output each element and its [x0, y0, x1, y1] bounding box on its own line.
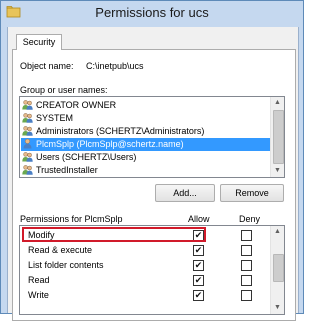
list-item[interactable]: CREATOR OWNER	[22, 99, 120, 112]
list-item[interactable]: TrustedInstaller	[22, 164, 102, 177]
allow-checkbox[interactable]: ✔	[193, 275, 204, 286]
group-list-label: Group or user names:	[20, 85, 108, 95]
permissions-dialog: Permissions for ucs Security Object name…	[0, 0, 304, 321]
list-item-label: PlcmSplp (PlcmSplp@schertz.name)	[36, 139, 184, 149]
permission-name: Read	[28, 275, 50, 285]
scroll-up-arrow-icon[interactable]: ▲	[271, 97, 284, 109]
permission-row: Read & execute ✔	[20, 243, 266, 259]
scroll-up-arrow-icon[interactable]: ▲	[271, 226, 284, 238]
list-item-label: Administrators (SCHERTZ\Administrators)	[36, 126, 205, 136]
list-item-label: CREATOR OWNER	[36, 100, 117, 110]
group-list-scrollbar[interactable]: ▲ ▼	[270, 97, 284, 177]
users-group-icon	[22, 100, 33, 110]
permission-row: Write ✔	[20, 288, 266, 304]
window-title: Permissions for ucs	[95, 5, 209, 20]
permission-name: List folder contents	[28, 260, 104, 270]
users-group-icon	[22, 165, 33, 175]
users-group-icon	[22, 113, 33, 123]
list-item[interactable]: Users (SCHERTZ\Users)	[22, 151, 140, 164]
list-item-label: TrustedInstaller	[36, 165, 98, 175]
permissions-label: Permissions for PlcmSplp	[20, 214, 123, 224]
object-name-value: C:\inetpub\ucs	[86, 61, 144, 71]
list-item-label: SYSTEM	[36, 113, 74, 123]
scroll-thumb[interactable]	[273, 110, 284, 164]
list-item-label: Users (SCHERTZ\Users)	[36, 152, 137, 162]
scroll-down-arrow-icon[interactable]: ▼	[271, 165, 284, 177]
deny-checkbox[interactable]	[241, 230, 252, 241]
list-item[interactable]: Administrators (SCHERTZ\Administrators)	[22, 125, 208, 138]
title-bar[interactable]: Permissions for ucs	[1, 1, 303, 27]
users-group-icon	[22, 126, 33, 136]
object-name-label: Object name:	[20, 61, 74, 71]
deny-checkbox[interactable]	[241, 260, 252, 271]
permission-row: List folder contents ✔	[20, 258, 266, 274]
permission-name: Write	[28, 290, 49, 300]
remove-button[interactable]: Remove	[220, 184, 284, 202]
deny-checkbox[interactable]	[241, 275, 252, 286]
deny-checkbox[interactable]	[241, 290, 252, 301]
deny-checkbox[interactable]	[241, 245, 252, 256]
group-user-listbox[interactable]: CREATOR OWNER SYSTEM Administrators (SCHER…	[19, 96, 285, 178]
allow-header: Allow	[188, 214, 210, 224]
add-button[interactable]: Add...	[155, 184, 215, 202]
allow-checkbox[interactable]: ✔	[193, 260, 204, 271]
modify-highlight-box	[22, 227, 206, 242]
list-item[interactable]: SYSTEM	[22, 112, 77, 125]
permission-name: Read & execute	[28, 245, 93, 255]
scroll-thumb[interactable]	[273, 254, 284, 282]
deny-header: Deny	[239, 214, 261, 224]
list-item[interactable]: PlcmSplp (PlcmSplp@schertz.name)	[21, 138, 270, 151]
users-group-icon	[22, 152, 33, 162]
tab-security[interactable]: Security	[16, 34, 62, 50]
allow-checkbox[interactable]: ✔	[193, 290, 204, 301]
permission-row: Read ✔	[20, 273, 266, 289]
user-icon	[23, 138, 32, 149]
permissions-scrollbar[interactable]: ▲ ▼	[270, 226, 284, 314]
scroll-down-arrow-icon[interactable]: ▼	[271, 302, 284, 314]
allow-checkbox[interactable]: ✔	[193, 245, 204, 256]
